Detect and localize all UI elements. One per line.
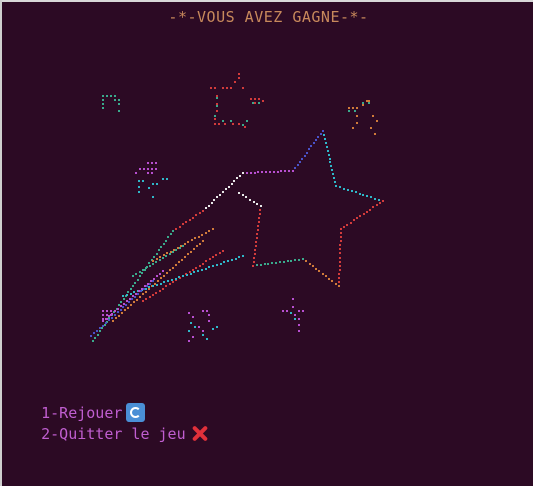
cross-mark-icon [190, 424, 209, 443]
terminal-window: -*-VOUS AVEZ GAGNE-*- 1-Rejouer 2-Quitte… [0, 0, 533, 486]
menu-item-quit-label: 2-Quitter le jeu [41, 425, 186, 443]
menu-item-quit[interactable]: 2-Quitter le jeu [5, 406, 209, 461]
